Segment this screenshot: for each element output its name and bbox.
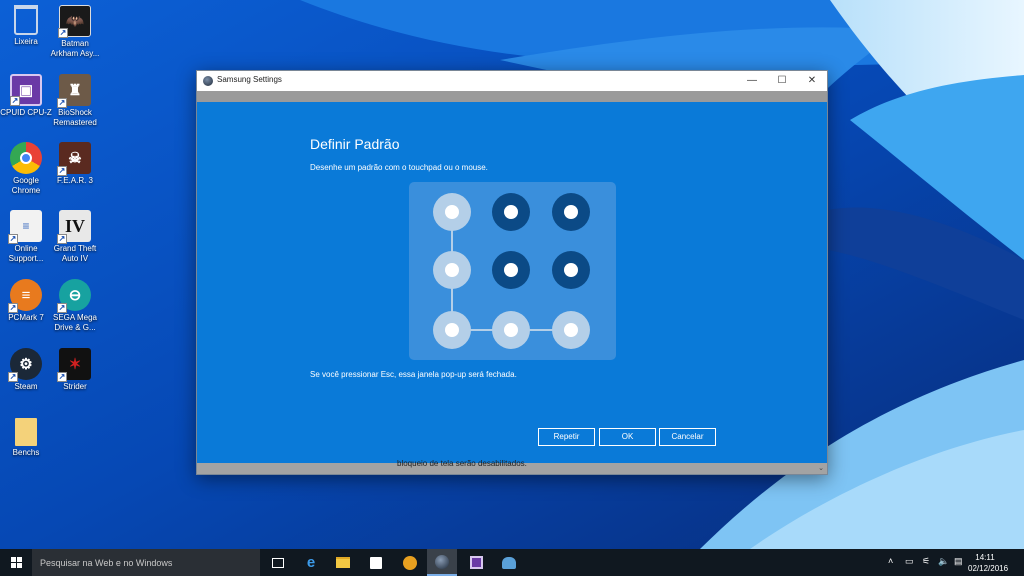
battery-icon[interactable]: ▭ bbox=[905, 556, 914, 567]
paint-taskbar-button[interactable] bbox=[494, 549, 524, 576]
clock-time: 14:11 bbox=[975, 553, 995, 562]
samsung-settings-icon bbox=[435, 554, 449, 569]
pattern-node-center-9 bbox=[564, 323, 578, 337]
task-view-button[interactable] bbox=[263, 549, 293, 576]
store-icon bbox=[370, 556, 382, 569]
desktop-icon-chrome[interactable]: Google Chrome bbox=[0, 142, 52, 196]
pattern-node-center-3 bbox=[564, 205, 578, 219]
cpuz-icon bbox=[469, 556, 483, 569]
file-explorer-button[interactable] bbox=[328, 549, 358, 576]
header-strip bbox=[197, 91, 827, 102]
folder-icon bbox=[15, 418, 37, 446]
store-button[interactable] bbox=[361, 549, 391, 576]
underlying-window-text: bloqueio de tela serão desabilitados. bbox=[397, 459, 527, 468]
scroll-down-icon[interactable]: ⌄ bbox=[818, 464, 824, 472]
cancel-button[interactable]: Cancelar bbox=[659, 428, 716, 446]
start-button[interactable] bbox=[0, 549, 32, 576]
task-view-icon bbox=[272, 557, 284, 568]
windows-logo-icon bbox=[11, 557, 22, 568]
chevron-up-icon[interactable]: ˄ bbox=[888, 556, 893, 566]
desktop-icon-bioshock[interactable]: ♜ ↗ BioShock Remastered bbox=[49, 74, 101, 128]
clock-date: 02/12/2016 bbox=[968, 564, 1009, 573]
desktop-icon-strider[interactable]: ✶ ↗ Strider bbox=[49, 348, 101, 392]
desktop-icon-sega[interactable]: ⊖ ↗ SEGA Mega Drive & G... bbox=[49, 279, 101, 333]
recycle-bin-icon bbox=[14, 5, 38, 35]
desktop-icon-fear3[interactable]: ☠ ↗ F.E.A.R. 3 bbox=[49, 142, 101, 186]
fear-icon: ☠ ↗ bbox=[57, 142, 91, 176]
esc-note: Se você pressionar Esc, essa janela pop-… bbox=[310, 370, 517, 379]
desktop-icon-benchs[interactable]: Benchs bbox=[0, 418, 52, 458]
desktop-icon-gta4[interactable]: IV ↗ Grand Theft Auto IV bbox=[49, 210, 101, 264]
clock[interactable]: 14:11 02/12/2016 bbox=[968, 552, 1009, 574]
bioshock-icon: ♜ ↗ bbox=[57, 74, 91, 108]
edge-button[interactable]: e bbox=[296, 549, 326, 576]
close-button[interactable]: ✕ bbox=[797, 71, 827, 91]
cpuz-icon: ▣ ↗ bbox=[10, 74, 42, 106]
samsung-settings-app-icon bbox=[203, 76, 213, 86]
strider-icon: ✶ ↗ bbox=[57, 348, 91, 382]
gta-icon: IV ↗ bbox=[57, 210, 91, 244]
search-placeholder: Pesquisar na Web e no Windows bbox=[40, 558, 173, 568]
title-bar[interactable]: Samsung Settings — ☐ ✕ bbox=[197, 71, 827, 91]
repeat-button[interactable]: Repetir bbox=[538, 428, 595, 446]
dialog-subtitle: Desenhe um padrão com o touchpad ou o mo… bbox=[310, 163, 488, 172]
cpuz-taskbar-button[interactable] bbox=[461, 549, 491, 576]
pattern-dialog: Definir Padrão Desenhe um padrão com o t… bbox=[197, 102, 827, 463]
pattern-dots bbox=[433, 193, 590, 349]
network-icon[interactable]: ⚟ bbox=[922, 556, 930, 567]
samsung-settings-taskbar-button[interactable] bbox=[427, 549, 457, 576]
pattern-node-center-4 bbox=[445, 263, 459, 277]
pattern-lines bbox=[433, 193, 590, 349]
paint-icon bbox=[502, 556, 516, 569]
desktop-icon-cpuz[interactable]: ▣ ↗ CPUID CPU-Z bbox=[0, 74, 52, 118]
file-explorer-icon bbox=[336, 557, 350, 568]
taskbar: Pesquisar na Web e no Windows e ˄ ▭ ⚟ 🔈 … bbox=[0, 549, 1024, 576]
desktop-icon-online-support[interactable]: ≡ ↗ Online Support... bbox=[0, 210, 52, 264]
document-icon: ≡ ↗ bbox=[8, 210, 42, 244]
samsung-settings-window: Samsung Settings — ☐ ✕ Definir Padrão De… bbox=[196, 70, 828, 475]
pattern-node-center-8 bbox=[504, 323, 518, 337]
desktop-icon-lixeira[interactable]: Lixeira bbox=[0, 5, 52, 47]
desktop-icon-steam[interactable]: ⚙ ↗ Steam bbox=[0, 348, 52, 392]
window-title: Samsung Settings bbox=[217, 75, 282, 84]
tool-icon bbox=[403, 555, 417, 570]
volume-icon[interactable]: 🔈 bbox=[938, 556, 949, 567]
pattern-node-center-1 bbox=[445, 205, 459, 219]
maximize-button[interactable]: ☐ bbox=[767, 71, 797, 91]
dialog-title: Definir Padrão bbox=[310, 136, 400, 152]
pattern-grid[interactable] bbox=[409, 182, 616, 360]
pattern-node-center-2 bbox=[504, 205, 518, 219]
desktop-icon-pcmark7[interactable]: ≡ ↗ PCMark 7 bbox=[0, 279, 52, 323]
ok-button[interactable]: OK bbox=[599, 428, 656, 446]
sega-icon: ⊖ ↗ bbox=[57, 279, 91, 313]
steam-icon: ⚙ ↗ bbox=[8, 348, 42, 382]
chrome-icon bbox=[10, 142, 42, 174]
search-box[interactable]: Pesquisar na Web e no Windows bbox=[32, 549, 260, 576]
notifications-icon[interactable]: ▤ bbox=[954, 556, 963, 567]
minimize-button[interactable]: — bbox=[737, 71, 767, 91]
tool-button[interactable] bbox=[395, 549, 425, 576]
pattern-node-center-6 bbox=[564, 263, 578, 277]
pattern-node-center-7 bbox=[445, 323, 459, 337]
edge-icon: e bbox=[306, 554, 316, 571]
pattern-node-center-5 bbox=[504, 263, 518, 277]
pcmark-icon: ≡ ↗ bbox=[8, 279, 42, 313]
desktop-icon-batman[interactable]: 🦇 ↗ Batman Arkham Asy... bbox=[49, 5, 101, 59]
batman-icon: 🦇 ↗ bbox=[58, 5, 91, 38]
